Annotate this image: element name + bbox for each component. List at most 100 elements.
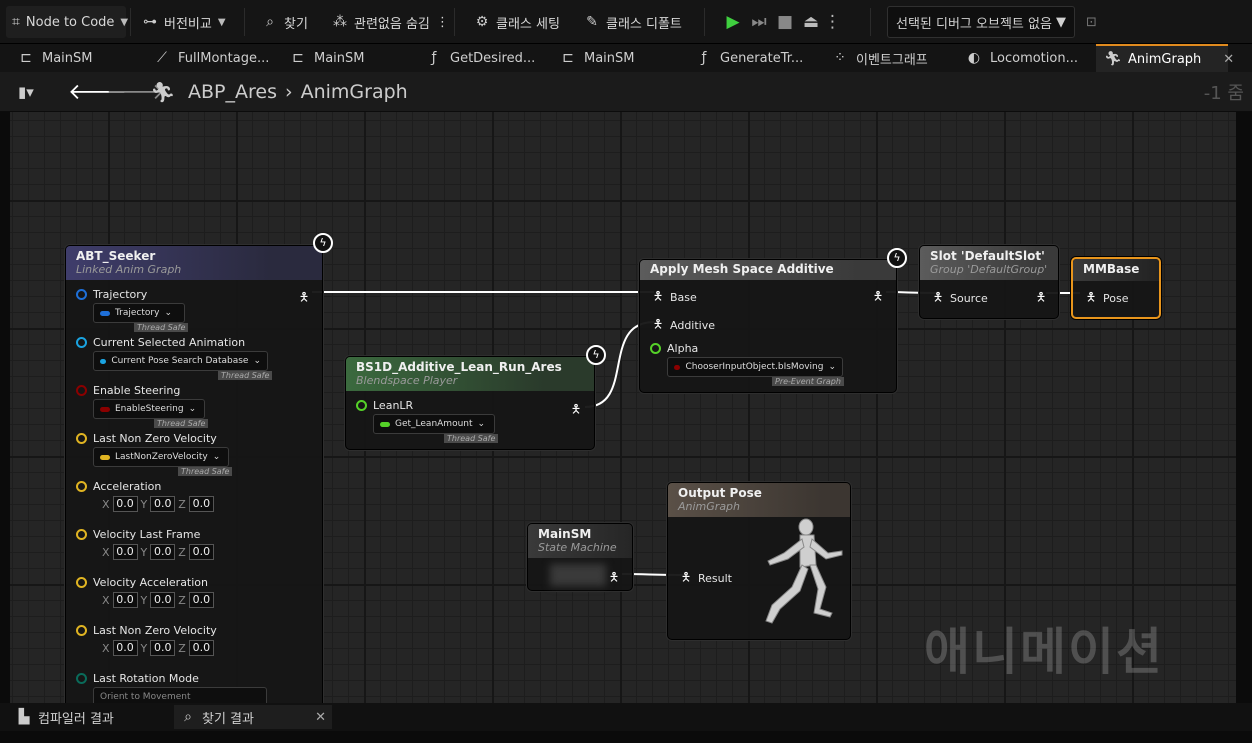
z-field[interactable]: 0.0 (188, 640, 214, 656)
node-title: ABT_Seeker (76, 249, 156, 263)
pin-velocity-acceleration[interactable]: Velocity Acceleration (76, 576, 208, 589)
pose-pin-icon: 🯅 (1035, 290, 1047, 304)
tab-full-montage[interactable]: ⟋ FullMontage... (146, 44, 276, 72)
pin-trajectory[interactable]: Trajectory (76, 288, 147, 301)
breadcrumb-graph[interactable]: AnimGraph (301, 81, 408, 103)
tab-locomotion[interactable]: ◐ Locomotion... (958, 44, 1092, 72)
pose-search-database-dropdown[interactable]: Current Pose Search Database ⌄ (93, 351, 268, 371)
x-field[interactable]: 0.0 (112, 640, 138, 656)
class-defaults-button[interactable]: ✎ 클래스 디폴트 (578, 6, 688, 38)
binoculars-icon: ⌕ (266, 14, 274, 30)
lean-amount-dropdown[interactable]: Get_LeanAmount ⌄ (373, 414, 495, 434)
y-field[interactable]: 0.0 (150, 544, 176, 560)
event-graph-icon: ⁘ (834, 50, 846, 66)
pin-last-non-zero-velocity[interactable]: Last Non Zero Velocity (76, 432, 217, 445)
alpha-dropdown[interactable]: ChooserInputObject.bIsMoving ⌄ (667, 357, 843, 377)
animation-watermark: 애니메이션 (924, 623, 1164, 681)
y-field[interactable]: 0.0 (150, 496, 176, 512)
pin-label: Enable Steering (93, 384, 181, 397)
y-field[interactable]: 0.0 (150, 640, 176, 656)
version-compare-button[interactable]: ⊶ 버전비교 ▼ (136, 6, 232, 38)
axis-z-label: Z (178, 497, 186, 511)
debug-object-select[interactable]: 선택된 디버그 오브젝트 없음 ▼ (887, 6, 1075, 38)
pin-current-selected-animation[interactable]: Current Selected Animation (76, 336, 245, 349)
x-field[interactable]: 0.0 (112, 544, 138, 560)
step-icon[interactable]: ⏭ (746, 12, 772, 32)
node-mainsm-state-machine[interactable]: MainSM State Machine 🯅 (527, 523, 633, 591)
pin-alpha[interactable]: Alpha (650, 342, 698, 355)
tab-animgraph[interactable]: 🏃︎ AnimGraph ✕ (1096, 44, 1234, 72)
compiler-results-tab[interactable]: ▙ 컴파일러 결과 (10, 705, 120, 729)
pin-result[interactable]: 🯅 Result (680, 568, 732, 589)
node-to-code-dropdown[interactable]: ⌗ Node to Code ▼ (6, 6, 128, 38)
z-field[interactable]: 0.0 (188, 592, 214, 608)
tab-event-graph[interactable]: ⁘ 이벤트그래프 (824, 44, 954, 72)
node-title: MainSM (538, 527, 592, 541)
anim-graph-canvas[interactable]: ABT_Seeker Linked Anim Graph Trajectory … (10, 112, 1236, 703)
play-icon[interactable]: ▶ (720, 12, 746, 32)
tab-label: MainSM (314, 50, 365, 66)
dropdown-value: LastNonZeroVelocity (115, 452, 208, 462)
node-blendspace-player[interactable]: BS1D_Additive_Lean_Run_Ares Blendspace P… (345, 356, 595, 450)
x-field[interactable]: 0.0 (112, 592, 138, 608)
zoom-level: -1 줌 (1203, 83, 1244, 104)
tab-generate-tr[interactable]: ƒ GenerateTr... (688, 44, 818, 72)
tab-get-desired[interactable]: ƒ GetDesired... (418, 44, 548, 72)
pose-output-pin[interactable]: 🯅 (608, 568, 620, 589)
code-icon: ⌗ (12, 14, 20, 30)
node-output-pose[interactable]: Output Pose AnimGraph 🯅 Result (667, 482, 851, 640)
pin-additive[interactable]: 🯅 Additive (652, 315, 715, 336)
axis-z-label: Z (178, 641, 186, 655)
anim-blueprint-editor: ⌗ Node to Code ▼ ⊶ 버전비교 ▼ ⌕ 찾기 ⁂ 관련없음 숨김… (0, 0, 1252, 743)
bookmark-icon[interactable]: ▮▾ (18, 72, 34, 112)
bool-swatch-icon (674, 364, 681, 370)
stop-icon[interactable]: ■ (772, 12, 798, 32)
pin-source[interactable]: 🯅 Source (932, 288, 988, 309)
node-subtitle: Blendspace Player (356, 374, 458, 387)
rotation-mode-dropdown[interactable]: Orient to Movement (93, 687, 267, 703)
more-options-icon[interactable]: ⋮ (436, 6, 449, 38)
close-icon[interactable]: ✕ (315, 710, 326, 725)
eject-icon[interactable]: ⏏ (798, 12, 824, 32)
class-settings-button[interactable]: ⚙ 클래스 세팅 (468, 6, 566, 38)
pin-last-rotation-mode[interactable]: Last Rotation Mode (76, 672, 199, 685)
pose-output-pin[interactable]: 🯅 (570, 400, 582, 421)
diff-icon: ⊶ (143, 14, 157, 30)
pose-output-pin[interactable]: 🯅 (1035, 288, 1047, 309)
play-options-icon[interactable]: ⋮ (824, 12, 841, 32)
chevron-down-icon: ⌄ (253, 356, 261, 366)
pose-output-pin[interactable]: 🯅 (298, 288, 310, 309)
pin-last-non-zero-velocity-vector[interactable]: Last Non Zero Velocity (76, 624, 217, 637)
pin-velocity-last-frame[interactable]: Velocity Last Frame (76, 528, 200, 541)
tab-mainsm-3[interactable]: ⊏ MainSM (552, 44, 682, 72)
enable-steering-dropdown[interactable]: EnableSteering ⌄ (93, 399, 205, 419)
pose-pin-icon: 🯅 (872, 289, 884, 303)
pin-lean-lr[interactable]: LeanLR (356, 399, 413, 412)
last-non-zero-velocity-dropdown[interactable]: LastNonZeroVelocity ⌄ (93, 447, 229, 467)
tab-label: Locomotion... (990, 50, 1078, 66)
debug-filter-icon[interactable]: ⊡ (1080, 6, 1103, 38)
z-field[interactable]: 0.0 (188, 544, 214, 560)
close-icon[interactable]: ✕ (1223, 52, 1234, 67)
node-mmbase-selected[interactable]: MMBase 🯅 Pose (1071, 257, 1161, 319)
breadcrumb-asset[interactable]: ABP_Ares (188, 81, 277, 103)
pin-pose[interactable]: 🯅 Pose (1085, 288, 1129, 309)
axis-x-label: X (102, 641, 110, 655)
node-apply-mesh-space-additive[interactable]: Apply Mesh Space Additive 🯅 Base 🯅 Addit… (639, 259, 897, 393)
find-button[interactable]: ⌕ 찾기 (256, 6, 314, 38)
pin-base[interactable]: 🯅 Base (652, 287, 697, 308)
tab-mainsm-1[interactable]: ⊏ MainSM (10, 44, 140, 72)
version-compare-label: 버전비교 (164, 16, 212, 32)
pose-output-pin[interactable]: 🯅 (872, 287, 884, 308)
x-field[interactable]: 0.0 (112, 496, 138, 512)
y-field[interactable]: 0.0 (150, 592, 176, 608)
z-field[interactable]: 0.0 (188, 496, 214, 512)
hide-unrelated-button[interactable]: ⁂ 관련없음 숨김 (326, 6, 436, 38)
pin-enable-steering[interactable]: Enable Steering (76, 384, 180, 397)
tab-mainsm-2[interactable]: ⊏ MainSM (282, 44, 412, 72)
trajectory-dropdown[interactable]: Trajectory ⌄ (93, 303, 185, 323)
find-results-tab[interactable]: ⌕ 찾기 결과 ✕ (174, 705, 332, 729)
node-slot-default[interactable]: Slot 'DefaultSlot' Group 'DefaultGroup' … (919, 245, 1059, 319)
pin-acceleration[interactable]: Acceleration (76, 480, 161, 493)
node-abt-seeker[interactable]: ABT_Seeker Linked Anim Graph Trajectory … (65, 245, 323, 703)
